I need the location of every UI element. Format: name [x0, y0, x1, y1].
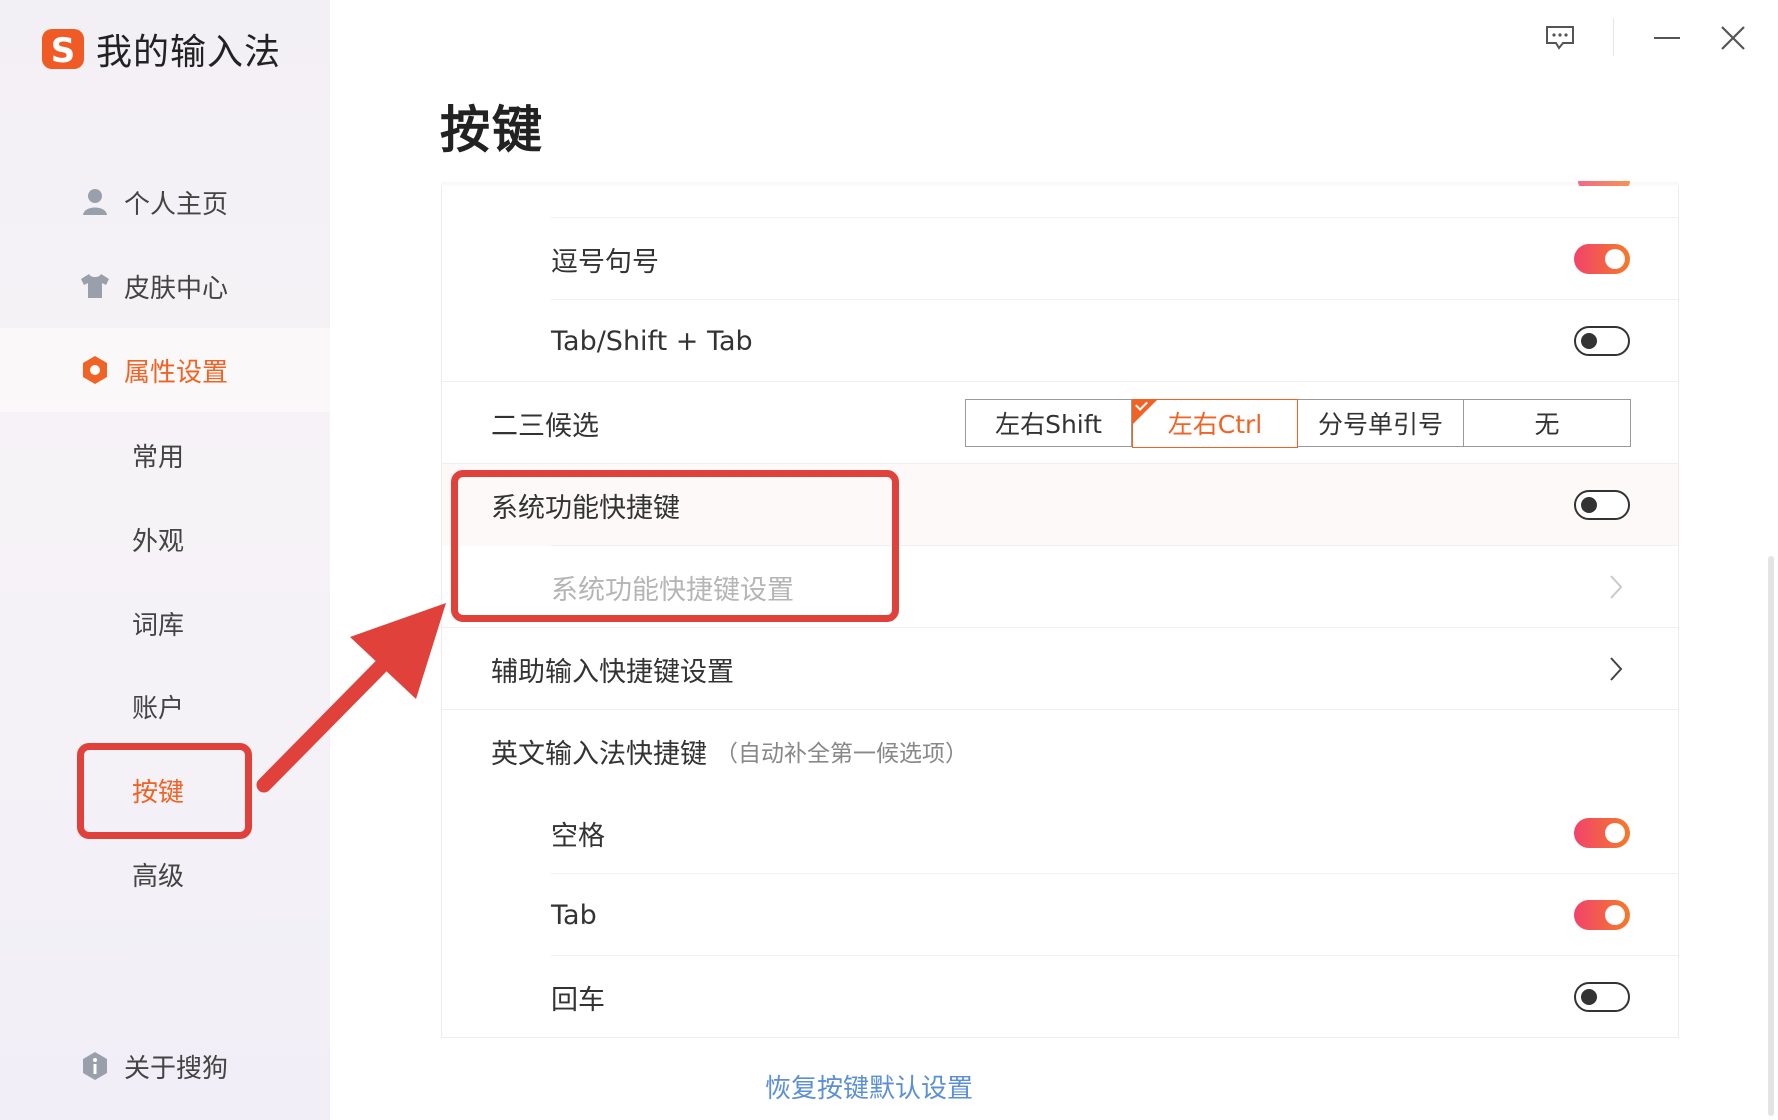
chevron-right-icon: [1610, 657, 1623, 681]
sidebar-subitem-label: 高级: [132, 861, 185, 892]
row-comma-period: 逗号句号: [442, 218, 1678, 300]
candidate-key-segmented-control: 左右Shift 左右Ctrl 分号单引号 无: [965, 397, 1631, 448]
sidebar-item-profile[interactable]: 个人主页: [0, 160, 330, 244]
enter-toggle[interactable]: [1574, 982, 1630, 1012]
option-label: 左右Ctrl: [1167, 410, 1263, 439]
close-icon: [1721, 26, 1745, 50]
system-shortcuts-toggle[interactable]: [1574, 490, 1630, 520]
row-english-ime-shortcuts: 英文输入法快捷键 （自动补全第一候选项）: [442, 710, 1678, 792]
row-assist-input-shortcuts[interactable]: 辅助输入快捷键设置: [442, 628, 1678, 710]
row-label: 二三候选: [491, 410, 599, 442]
row-enter: 回车: [442, 956, 1678, 1037]
chevron-right-icon: [1610, 575, 1623, 599]
svg-text:S: S: [51, 31, 76, 71]
sidebar-subitem-label: 词库: [132, 610, 185, 641]
sidebar-item-label: 个人主页: [124, 189, 229, 220]
sidebar-item-label: 皮肤中心: [124, 273, 229, 304]
row-tab-shift-tab: Tab/Shift + Tab: [442, 300, 1678, 382]
row-label: 系统功能快捷键设置: [551, 574, 794, 606]
scrollbar[interactable]: [1768, 556, 1774, 1116]
row-label: Tab: [551, 899, 597, 931]
window-controls-divider: [1613, 18, 1614, 56]
candidate-option-shift[interactable]: 左右Shift: [966, 400, 1132, 446]
row-system-shortcuts: 系统功能快捷键: [442, 464, 1678, 546]
feedback-icon: [1546, 26, 1574, 50]
row-label: 回车: [551, 984, 605, 1016]
hexagon-settings-icon: [80, 355, 110, 385]
sidebar-item-settings[interactable]: 属性设置: [0, 328, 330, 412]
space-toggle[interactable]: [1574, 818, 1630, 848]
sogou-s-logo: S: [42, 29, 84, 71]
candidate-option-ctrl[interactable]: 左右Ctrl: [1132, 397, 1298, 448]
user-icon: [80, 187, 110, 217]
option-label: 分号单引号: [1317, 410, 1443, 439]
row-space: 空格: [442, 792, 1678, 874]
restore-defaults-link[interactable]: 恢复按键默认设置: [0, 1068, 1778, 1105]
row-system-shortcuts-settings[interactable]: 系统功能快捷键设置: [442, 546, 1678, 628]
row-tab: Tab: [442, 874, 1678, 956]
minimize-button[interactable]: [1650, 18, 1684, 58]
row-label: 英文输入法快捷键: [491, 738, 707, 770]
annotation-arrow-icon: [256, 603, 446, 793]
feedback-button[interactable]: [1542, 18, 1578, 58]
close-button[interactable]: [1716, 18, 1750, 58]
sidebar-item-skins[interactable]: 皮肤中心: [0, 244, 330, 328]
sidebar-subitem-label: 常用: [132, 442, 185, 473]
tab-shift-tab-toggle[interactable]: [1574, 326, 1630, 356]
restore-defaults-label: 恢复按键默认设置: [764, 1074, 973, 1104]
row-label: 逗号句号: [551, 246, 659, 278]
brand: S 我的输入法: [40, 24, 281, 74]
option-label: 无: [1534, 410, 1560, 439]
sidebar-subitem-advanced[interactable]: 高级: [0, 832, 330, 916]
option-label: 左右Shift: [995, 410, 1102, 439]
brand-title: 我的输入法: [96, 32, 282, 73]
settings-panel: 逗号句号 Tab/Shift + Tab 二三候选 左右Shift 左右Ctrl…: [441, 186, 1679, 1038]
sidebar-subitem-appearance[interactable]: 外观: [0, 497, 330, 581]
row-label: 空格: [551, 820, 605, 852]
page-title: 按键: [440, 101, 544, 159]
row-label: 系统功能快捷键: [491, 492, 680, 524]
row-label: Tab/Shift + Tab: [551, 325, 753, 357]
row-note: （自动补全第一候选项）: [715, 741, 968, 767]
minimize-icon: [1654, 37, 1680, 39]
sidebar-subitem-label: 账户: [132, 693, 185, 724]
candidate-option-none[interactable]: 无: [1464, 400, 1630, 446]
sidebar-subitem-general[interactable]: 常用: [0, 413, 330, 497]
sidebar-item-label: 属性设置: [124, 357, 229, 388]
sidebar-subitem-label: 外观: [132, 526, 185, 557]
sidebar: S 我的输入法 个人主页 皮肤中心 属性设置 常用 外观 词库 账户 按键 高级…: [0, 0, 330, 1120]
row-label: 辅助输入快捷键设置: [491, 656, 734, 688]
tab-toggle[interactable]: [1574, 900, 1630, 930]
candidate-option-semicolon-quote[interactable]: 分号单引号: [1298, 400, 1464, 446]
comma-period-toggle[interactable]: [1574, 244, 1630, 274]
sidebar-subitem-label: 按键: [132, 777, 185, 808]
tshirt-icon: [80, 271, 110, 301]
